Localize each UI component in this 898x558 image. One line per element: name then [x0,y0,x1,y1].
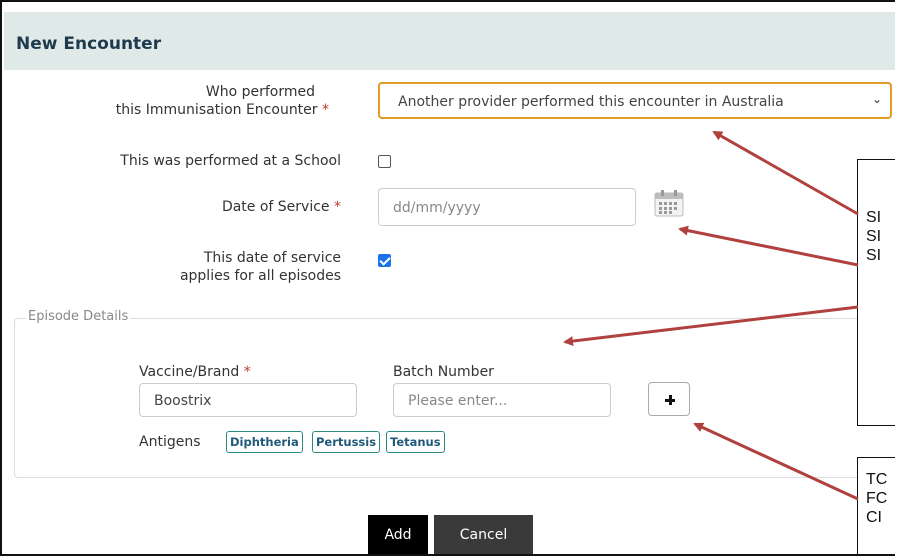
arrow-to-plus-button [693,422,859,501]
screenshot-frame: New Encounter Who performed this Immunis… [0,0,895,556]
arrow-to-episode [563,305,859,347]
annotation-arrows [563,130,859,501]
arrow-to-calendar [678,225,859,267]
arrow-to-select [712,130,859,216]
